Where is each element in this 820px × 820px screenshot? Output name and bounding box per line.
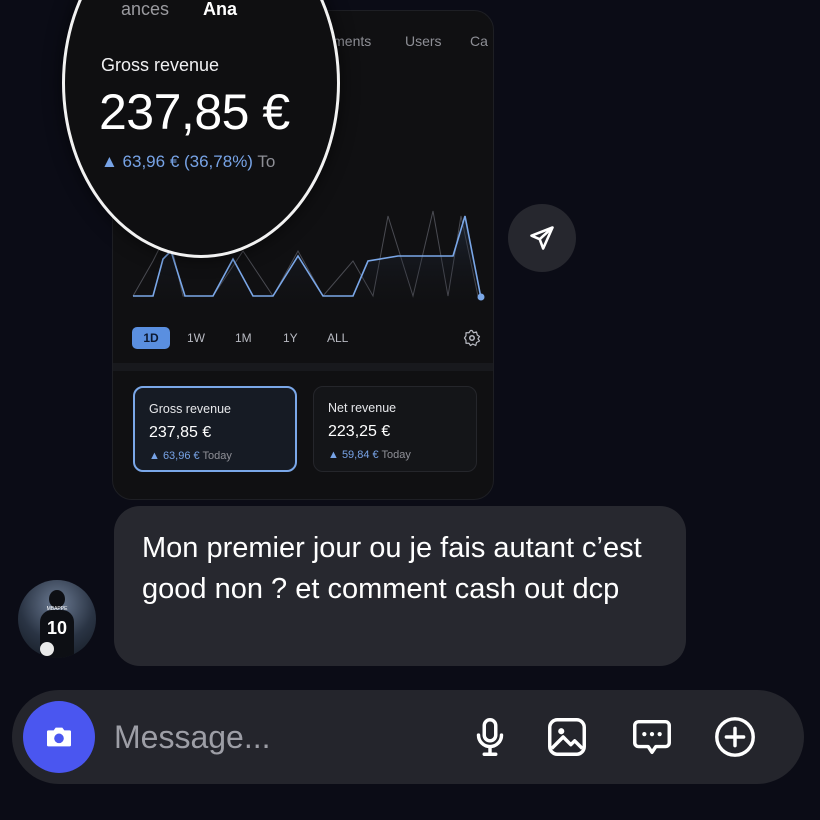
stat-value: 223,25 € <box>328 423 391 440</box>
net-revenue-card[interactable]: Net revenue 223,25 € ▲ 59,84 € Today <box>313 386 477 472</box>
microphone-icon[interactable] <box>467 714 513 760</box>
range-1w[interactable]: 1W <box>187 327 205 349</box>
tab-users: Users <box>405 33 442 49</box>
tab-ca: Ca <box>470 33 488 49</box>
range-1m[interactable]: 1M <box>235 327 252 349</box>
range-all[interactable]: ALL <box>327 327 348 349</box>
settings-icon[interactable] <box>463 329 481 347</box>
magnified-amount: 237,85 € <box>99 84 290 140</box>
avatar-jersey-number: 10 <box>46 618 68 638</box>
stat-change: ▲ 59,84 € Today <box>328 449 411 461</box>
sticker-icon[interactable] <box>629 714 675 760</box>
avatar[interactable]: MBAPPE 10 <box>18 580 96 658</box>
message-composer <box>12 690 804 784</box>
range-1d[interactable]: 1D <box>132 327 170 349</box>
range-1y[interactable]: 1Y <box>283 327 298 349</box>
gallery-icon[interactable] <box>544 714 590 760</box>
chart-endpoint <box>477 293 485 301</box>
magnified-label: Gross revenue <box>101 55 220 75</box>
message-bubble[interactable]: Mon premier jour ou je fais autant c’est… <box>114 506 686 666</box>
magnified-tabs: ances Ana <box>121 0 238 19</box>
share-button[interactable] <box>508 204 576 272</box>
camera-icon <box>47 727 71 747</box>
magnified-change: ▲ 63,96 € (36,78%) To <box>101 152 276 171</box>
send-icon <box>530 226 554 250</box>
avatar-jersey-name: MBAPPE <box>46 606 68 612</box>
gross-revenue-card[interactable]: Gross revenue 237,85 € ▲ 63,96 € Today <box>133 386 297 472</box>
time-range-selector: 1D 1W 1M 1Y ALL <box>131 327 481 351</box>
add-icon[interactable] <box>712 714 758 760</box>
stat-change: ▲ 63,96 € Today <box>149 450 232 462</box>
divider <box>113 363 493 371</box>
camera-button[interactable] <box>23 701 95 773</box>
avatar-ball <box>40 642 54 656</box>
stat-value: 237,85 € <box>149 424 212 441</box>
stat-label: Gross revenue <box>149 402 231 416</box>
message-input[interactable] <box>112 716 436 758</box>
stat-label: Net revenue <box>328 401 397 415</box>
